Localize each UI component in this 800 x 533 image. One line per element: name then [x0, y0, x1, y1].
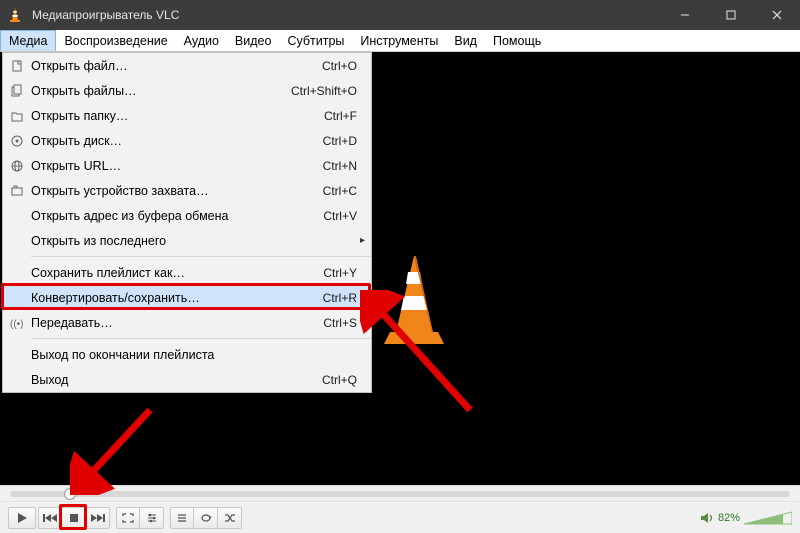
extended-settings-button[interactable]: [140, 507, 164, 529]
view-group: [116, 507, 164, 529]
menu-item-label: Открыть файл…: [31, 59, 322, 73]
menu-item-label: Передавать…: [31, 316, 323, 330]
vlc-cone-logo: [378, 254, 450, 348]
menu-item-label: Конвертировать/сохранить…: [31, 291, 323, 305]
menu-item[interactable]: ((•)) Передавать…Ctrl+S: [3, 310, 371, 335]
maximize-button[interactable]: [708, 0, 754, 30]
menu-item-shortcut: Ctrl+Shift+O: [291, 84, 357, 98]
next-button[interactable]: [86, 507, 110, 529]
menu-item-shortcut: Ctrl+F: [324, 109, 357, 123]
menu-item-shortcut: Ctrl+S: [323, 316, 357, 330]
menu-item[interactable]: Открыть URL…Ctrl+N: [3, 153, 371, 178]
volume-percent: 82%: [718, 512, 740, 524]
controlbar: 82%: [0, 501, 800, 533]
capture-icon: [3, 184, 31, 198]
menu-help[interactable]: Помощь: [485, 30, 549, 51]
menu-item-shortcut: Ctrl+C: [323, 184, 357, 198]
playlist-button[interactable]: [170, 507, 194, 529]
svg-text:((•)): ((•)): [10, 319, 24, 330]
menu-tools[interactable]: Инструменты: [352, 30, 446, 51]
seek-thumb[interactable]: [64, 488, 76, 500]
play-button[interactable]: [8, 507, 36, 529]
menu-item[interactable]: Выход по окончании плейлиста: [3, 342, 371, 367]
menu-item-shortcut: Ctrl+V: [323, 209, 357, 223]
playlist-group: [170, 507, 242, 529]
menu-item-shortcut: Ctrl+N: [323, 159, 357, 173]
menu-item[interactable]: Конвертировать/сохранить…Ctrl+R: [3, 285, 371, 310]
submenu-arrow-icon: ▸: [360, 235, 365, 246]
vlc-app-icon: [0, 7, 30, 23]
stop-button[interactable]: [62, 507, 86, 529]
file-icon: [3, 59, 31, 73]
folder-icon: [3, 109, 31, 123]
menu-item-shortcut: Ctrl+Q: [322, 373, 357, 387]
menu-item-label: Открыть устройство захвата…: [31, 184, 323, 198]
menu-item-label: Выход: [31, 373, 322, 387]
menu-item[interactable]: Открыть адрес из буфера обменаCtrl+V: [3, 203, 371, 228]
menu-item[interactable]: Открыть файл…Ctrl+O: [3, 53, 371, 78]
shuffle-button[interactable]: [218, 507, 242, 529]
seekbar[interactable]: [0, 485, 800, 501]
menu-item[interactable]: Сохранить плейлист как…Ctrl+Y: [3, 260, 371, 285]
fullscreen-button[interactable]: [116, 507, 140, 529]
stream-icon: ((•)): [3, 316, 31, 330]
close-button[interactable]: [754, 0, 800, 30]
menu-separator: [31, 338, 371, 339]
menu-item-label: Сохранить плейлист как…: [31, 266, 323, 280]
menu-item-label: Открыть адрес из буфера обмена: [31, 209, 323, 223]
menu-playback[interactable]: Воспроизведение: [56, 30, 175, 51]
menu-item-label: Открыть URL…: [31, 159, 323, 173]
seek-track[interactable]: [10, 491, 790, 497]
menu-item[interactable]: Открыть файлы…Ctrl+Shift+O: [3, 78, 371, 103]
menu-item-label: Открыть диск…: [31, 134, 323, 148]
menu-item[interactable]: Открыть устройство захвата…Ctrl+C: [3, 178, 371, 203]
menu-item[interactable]: Открыть диск…Ctrl+D: [3, 128, 371, 153]
app-window: Медиапроигрыватель VLC Медиа Воспроизвед…: [0, 0, 800, 533]
menu-view[interactable]: Вид: [446, 30, 485, 51]
menu-media[interactable]: Медиа: [0, 30, 56, 51]
menu-item-shortcut: Ctrl+D: [323, 134, 357, 148]
menubar: Медиа Воспроизведение Аудио Видео Субтит…: [0, 30, 800, 52]
menu-subtitles[interactable]: Субтитры: [279, 30, 352, 51]
menu-item-shortcut: Ctrl+R: [323, 291, 357, 305]
window-title: Медиапроигрыватель VLC: [30, 8, 662, 22]
disc-icon: [3, 134, 31, 148]
menu-item-label: Открыть папку…: [31, 109, 324, 123]
loop-button[interactable]: [194, 507, 218, 529]
titlebar: Медиапроигрыватель VLC: [0, 0, 800, 30]
network-icon: [3, 159, 31, 173]
menu-item-shortcut: Ctrl+O: [322, 59, 357, 73]
minimize-button[interactable]: [662, 0, 708, 30]
menu-item-label: Выход по окончании плейлиста: [31, 348, 357, 362]
volume-slider[interactable]: [744, 510, 792, 526]
files-icon: [3, 84, 31, 98]
previous-button[interactable]: [38, 507, 62, 529]
transport-group: [38, 507, 110, 529]
menu-audio[interactable]: Аудио: [176, 30, 227, 51]
speaker-icon: [700, 511, 714, 525]
menu-item[interactable]: Открыть папку…Ctrl+F: [3, 103, 371, 128]
volume-control[interactable]: 82%: [700, 510, 792, 526]
menu-item-shortcut: Ctrl+Y: [323, 266, 357, 280]
menu-item[interactable]: ВыходCtrl+Q: [3, 367, 371, 392]
media-menu-dropdown: Открыть файл…Ctrl+OОткрыть файлы…Ctrl+Sh…: [2, 52, 372, 393]
menu-item-label: Открыть из последнего: [31, 234, 357, 248]
menu-item[interactable]: Открыть из последнего▸: [3, 228, 371, 253]
menu-separator: [31, 256, 371, 257]
menu-item-label: Открыть файлы…: [31, 84, 291, 98]
menu-video[interactable]: Видео: [227, 30, 280, 51]
